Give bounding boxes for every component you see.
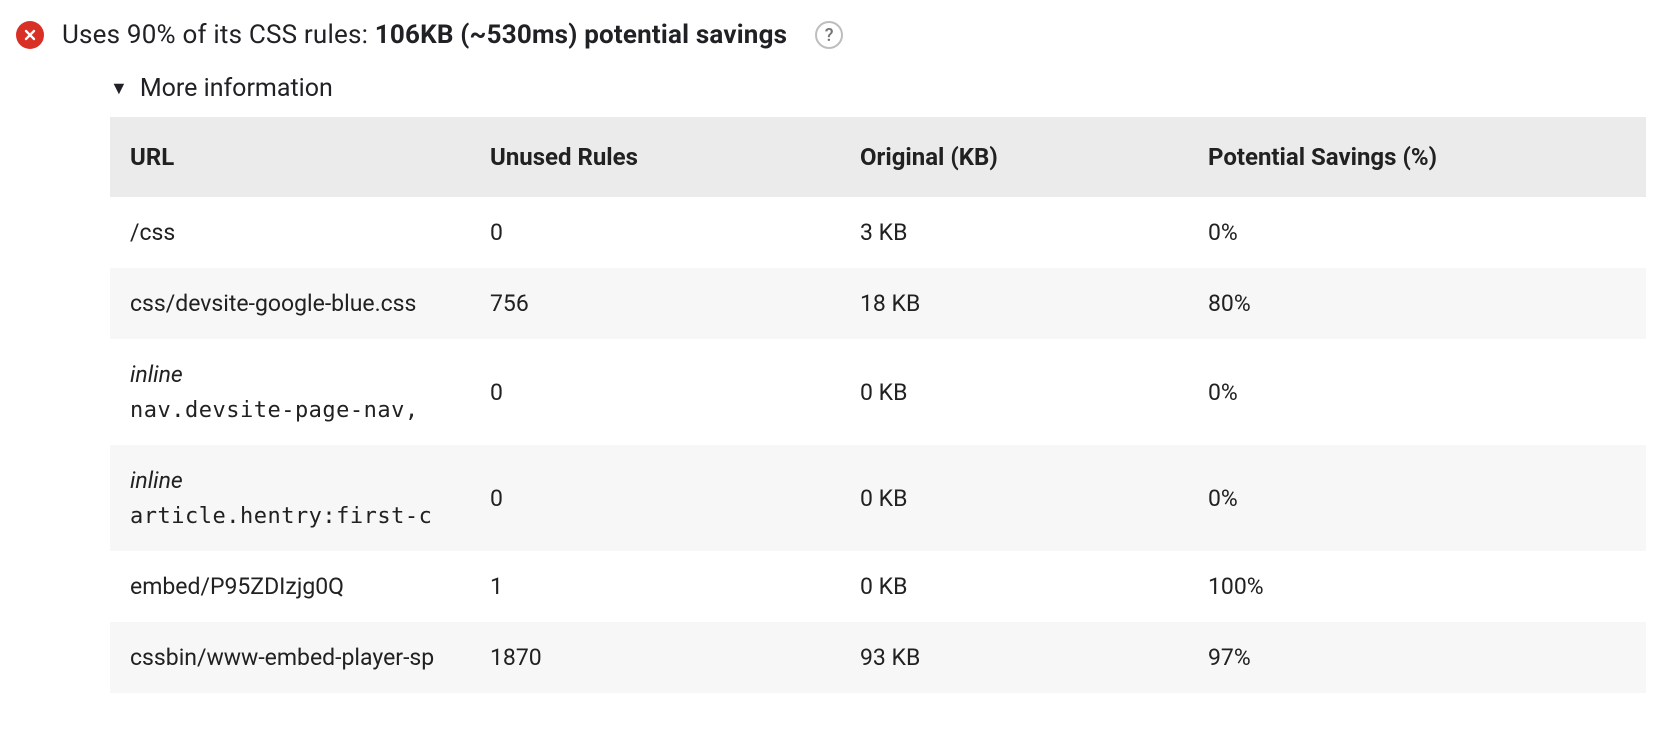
col-url: URL bbox=[110, 117, 470, 197]
cell-original: 18 KB bbox=[840, 268, 1188, 339]
cell-url: inline nav.devsite-page-nav, bbox=[110, 339, 470, 445]
cell-original: 0 KB bbox=[840, 339, 1188, 445]
cell-url: embed/P95ZDIzjg0Q bbox=[110, 551, 470, 622]
table-header-row: URL Unused Rules Original (KB) Potential… bbox=[110, 117, 1646, 197]
cell-unused: 756 bbox=[470, 268, 840, 339]
cell-url: cssbin/www-embed-player-sp bbox=[110, 622, 470, 693]
cell-savings: 100% bbox=[1188, 551, 1646, 622]
cell-unused: 1 bbox=[470, 551, 840, 622]
inline-code: article.hentry:first-c bbox=[130, 504, 450, 529]
cell-savings: 97% bbox=[1188, 622, 1646, 693]
fail-icon bbox=[16, 21, 44, 49]
cell-original: 0 KB bbox=[840, 551, 1188, 622]
inline-label: inline bbox=[130, 361, 450, 388]
cell-original: 93 KB bbox=[840, 622, 1188, 693]
audit-details: ▼ More information URL Unused Rules Orig… bbox=[110, 68, 1646, 693]
table-row: css/devsite-google-blue.css75618 KB80% bbox=[110, 268, 1646, 339]
cell-savings: 80% bbox=[1188, 268, 1646, 339]
col-savings: Potential Savings (%) bbox=[1188, 117, 1646, 197]
cell-unused: 1870 bbox=[470, 622, 840, 693]
table-row: inline nav.devsite-page-nav, 00 KB0% bbox=[110, 339, 1646, 445]
audit-title: Uses 90% of its CSS rules: 106KB (~530ms… bbox=[62, 20, 787, 50]
cell-url: /css bbox=[110, 197, 470, 268]
help-icon[interactable]: ? bbox=[815, 21, 843, 49]
cell-savings: 0% bbox=[1188, 339, 1646, 445]
more-info-label: More information bbox=[140, 74, 333, 103]
css-rules-table: URL Unused Rules Original (KB) Potential… bbox=[110, 117, 1646, 693]
cell-savings: 0% bbox=[1188, 197, 1646, 268]
table-row: inline article.hentry:first-c 00 KB0% bbox=[110, 445, 1646, 551]
more-info-toggle[interactable]: ▼ More information bbox=[110, 68, 1646, 117]
table-row: /css03 KB0% bbox=[110, 197, 1646, 268]
col-original: Original (KB) bbox=[840, 117, 1188, 197]
audit-title-prefix: Uses 90% of its CSS rules: bbox=[62, 20, 375, 50]
inline-label: inline bbox=[130, 467, 450, 494]
cell-url: css/devsite-google-blue.css bbox=[110, 268, 470, 339]
col-unused: Unused Rules bbox=[470, 117, 840, 197]
cell-original: 3 KB bbox=[840, 197, 1188, 268]
cell-unused: 0 bbox=[470, 197, 840, 268]
cell-url: inline article.hentry:first-c bbox=[110, 445, 470, 551]
cell-original: 0 KB bbox=[840, 445, 1188, 551]
cell-savings: 0% bbox=[1188, 445, 1646, 551]
inline-code: nav.devsite-page-nav, bbox=[130, 398, 450, 423]
chevron-down-icon: ▼ bbox=[110, 80, 128, 98]
cell-unused: 0 bbox=[470, 445, 840, 551]
cell-unused: 0 bbox=[470, 339, 840, 445]
audit-title-savings: 106KB (~530ms) potential savings bbox=[375, 20, 787, 50]
table-row: cssbin/www-embed-player-sp187093 KB97% bbox=[110, 622, 1646, 693]
audit-header: Uses 90% of its CSS rules: 106KB (~530ms… bbox=[16, 16, 1646, 68]
table-row: embed/P95ZDIzjg0Q10 KB100% bbox=[110, 551, 1646, 622]
